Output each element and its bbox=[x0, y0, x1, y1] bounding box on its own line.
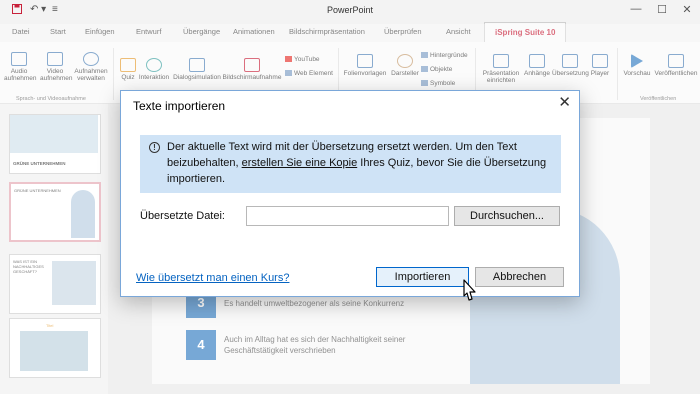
import-button[interactable]: Importieren bbox=[376, 267, 469, 287]
browse-button[interactable]: Durchsuchen... bbox=[454, 206, 560, 226]
file-field-label: Übersetzte Datei: bbox=[140, 210, 225, 222]
dialog-title: Texte importieren bbox=[133, 99, 226, 113]
close-window-icon[interactable]: ✕ bbox=[677, 3, 697, 16]
info-icon: ! bbox=[149, 142, 160, 153]
window-title: PowerPoint bbox=[326, 5, 374, 15]
create-copy-link[interactable]: erstellen Sie eine Kopie bbox=[242, 157, 358, 169]
maximize-icon[interactable]: ☐ bbox=[652, 3, 672, 16]
info-message: Der aktuelle Text wird mit der Übersetzu… bbox=[167, 139, 557, 187]
close-icon[interactable]: ✕ bbox=[558, 93, 571, 111]
title-bar: ↶ ▾ ≡ PowerPoint — ☐ ✕ bbox=[0, 0, 700, 24]
import-texts-dialog: Texte importieren ✕ ! Der aktuelle Text … bbox=[120, 90, 580, 297]
cancel-button[interactable]: Abbrechen bbox=[475, 267, 564, 287]
help-link[interactable]: Wie übersetzt man einen Kurs? bbox=[136, 272, 289, 284]
translated-file-input[interactable] bbox=[246, 206, 449, 226]
info-banner: ! Der aktuelle Text wird mit der Überset… bbox=[140, 135, 561, 193]
mouse-cursor-icon bbox=[463, 279, 476, 301]
minimize-icon[interactable]: — bbox=[626, 3, 646, 15]
